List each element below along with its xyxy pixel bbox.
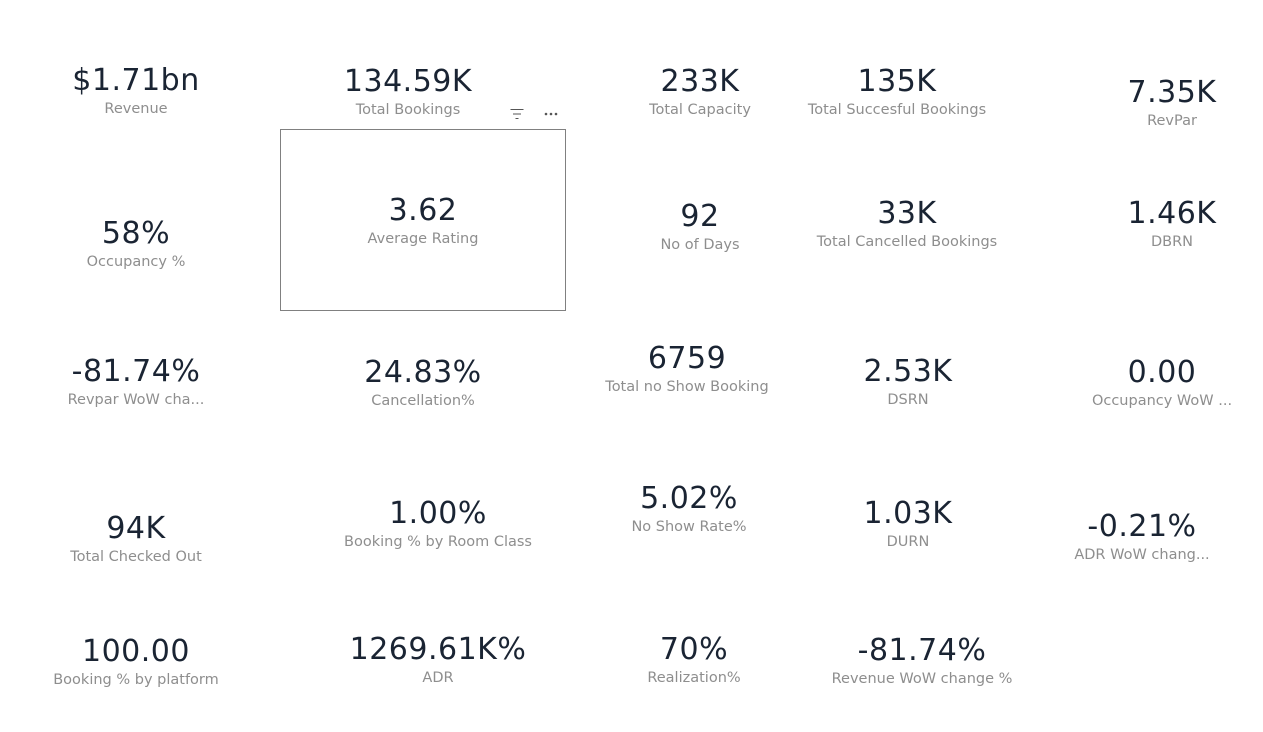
kpi-card-occupancy[interactable]: 58% Occupancy % [36,216,236,272]
kpi-card-occupancy-wow[interactable]: 0.00 Occupancy WoW ... [1062,355,1262,411]
kpi-label: Occupancy WoW ... [1091,393,1233,409]
kpi-label: Total Cancelled Bookings [816,234,998,250]
kpi-label: DBRN [1150,234,1194,250]
kpi-label: Revenue WoW change % [831,671,1013,687]
kpi-card-total-checked-out[interactable]: 94K Total Checked Out [36,511,236,567]
kpi-label: RevPar [1147,113,1197,129]
more-options-icon[interactable] [540,104,562,124]
kpi-card-revpar-wow-change[interactable]: -81.74% Revpar WoW cha... [36,354,236,410]
kpi-value: 92 [680,199,720,234]
kpi-card-total-capacity[interactable]: 233K Total Capacity [600,64,800,120]
kpi-label: Revenue [104,101,168,117]
kpi-value: 0.00 [1127,355,1197,390]
kpi-card-cancellation[interactable]: 24.83% Cancellation% [323,355,523,411]
kpi-card-total-no-show-booking[interactable]: 6759 Total no Show Booking [577,341,797,397]
kpi-card-booking-by-platform[interactable]: 100.00 Booking % by platform [26,634,246,690]
kpi-card-dsrn[interactable]: 2.53K DSRN [808,354,1008,410]
kpi-card-adr[interactable]: 1269.61K% ADR [318,632,558,688]
kpi-value: 233K [660,64,740,99]
kpi-value: 7.35K [1127,75,1217,110]
kpi-card-total-cancelled-bookings[interactable]: 33K Total Cancelled Bookings [787,196,1027,252]
kpi-card-revenue[interactable]: $1.71bn Revenue [36,63,236,119]
kpi-label: Total Checked Out [70,549,202,565]
kpi-value: 2.53K [863,354,953,389]
kpi-label: ADR [422,670,454,686]
kpi-card-booking-by-room-class[interactable]: 1.00% Booking % by Room Class [318,496,558,552]
kpi-value: -81.74% [857,633,987,668]
kpi-label: Total Capacity [649,102,751,118]
kpi-label: Revpar WoW cha... [67,392,205,408]
kpi-card-adr-wow-change[interactable]: -0.21% ADR WoW chang... [1042,509,1242,565]
filter-icon[interactable] [506,104,528,124]
kpi-label: Realization% [647,670,741,686]
kpi-value: 134.59K [343,64,473,99]
kpi-value: 1269.61K% [349,632,527,667]
kpi-label: Total no Show Booking [605,379,769,395]
kpi-label: Booking % by platform [53,672,219,688]
kpi-value: 6759 [647,341,727,376]
kpi-value: $1.71bn [72,63,200,98]
kpi-value: 58% [101,216,171,251]
kpi-card-average-rating[interactable]: 3.62 Average Rating [323,193,523,249]
kpi-value: 1.00% [389,496,487,531]
kpi-value: 135K [857,64,937,99]
kpi-card-revenue-wow-change[interactable]: -81.74% Revenue WoW change % [802,633,1042,689]
kpi-card-total-bookings[interactable]: 134.59K Total Bookings [308,64,508,120]
kpi-card-revpar[interactable]: 7.35K RevPar [1072,75,1263,131]
kpi-value: 70% [659,632,729,667]
kpi-label: Average Rating [367,231,479,247]
kpi-label: Total Bookings [355,102,461,118]
kpi-card-durn[interactable]: 1.03K DURN [808,496,1008,552]
kpi-value: 1.46K [1127,196,1217,231]
kpi-label: DURN [886,534,930,550]
kpi-label: No Show Rate% [631,519,747,535]
kpi-card-no-show-rate[interactable]: 5.02% No Show Rate% [589,481,789,537]
kpi-card-no-of-days[interactable]: 92 No of Days [600,199,800,255]
kpi-value: 3.62 [388,193,458,228]
kpi-card-realization[interactable]: 70% Realization% [594,632,794,688]
visual-header [506,104,562,124]
kpi-label: Booking % by Room Class [344,534,532,550]
kpi-value: 94K [106,511,166,546]
kpi-label: No of Days [660,237,740,253]
kpi-label: Cancellation% [371,393,475,409]
kpi-value: 24.83% [364,355,482,390]
kpi-card-total-successful-bookings[interactable]: 135K Total Succesful Bookings [777,64,1017,120]
kpi-value: -81.74% [71,354,201,389]
kpi-value: 1.03K [863,496,953,531]
kpi-value: 5.02% [640,481,738,516]
kpi-value: 33K [877,196,937,231]
kpi-label: Occupancy % [86,254,186,270]
kpi-card-dbrn[interactable]: 1.46K DBRN [1072,196,1263,252]
kpi-value: -0.21% [1087,509,1197,544]
kpi-label: Total Succesful Bookings [807,102,987,118]
kpi-label: ADR WoW chang... [1074,547,1210,563]
kpi-label: DSRN [887,392,929,408]
kpi-value: 100.00 [82,634,190,669]
